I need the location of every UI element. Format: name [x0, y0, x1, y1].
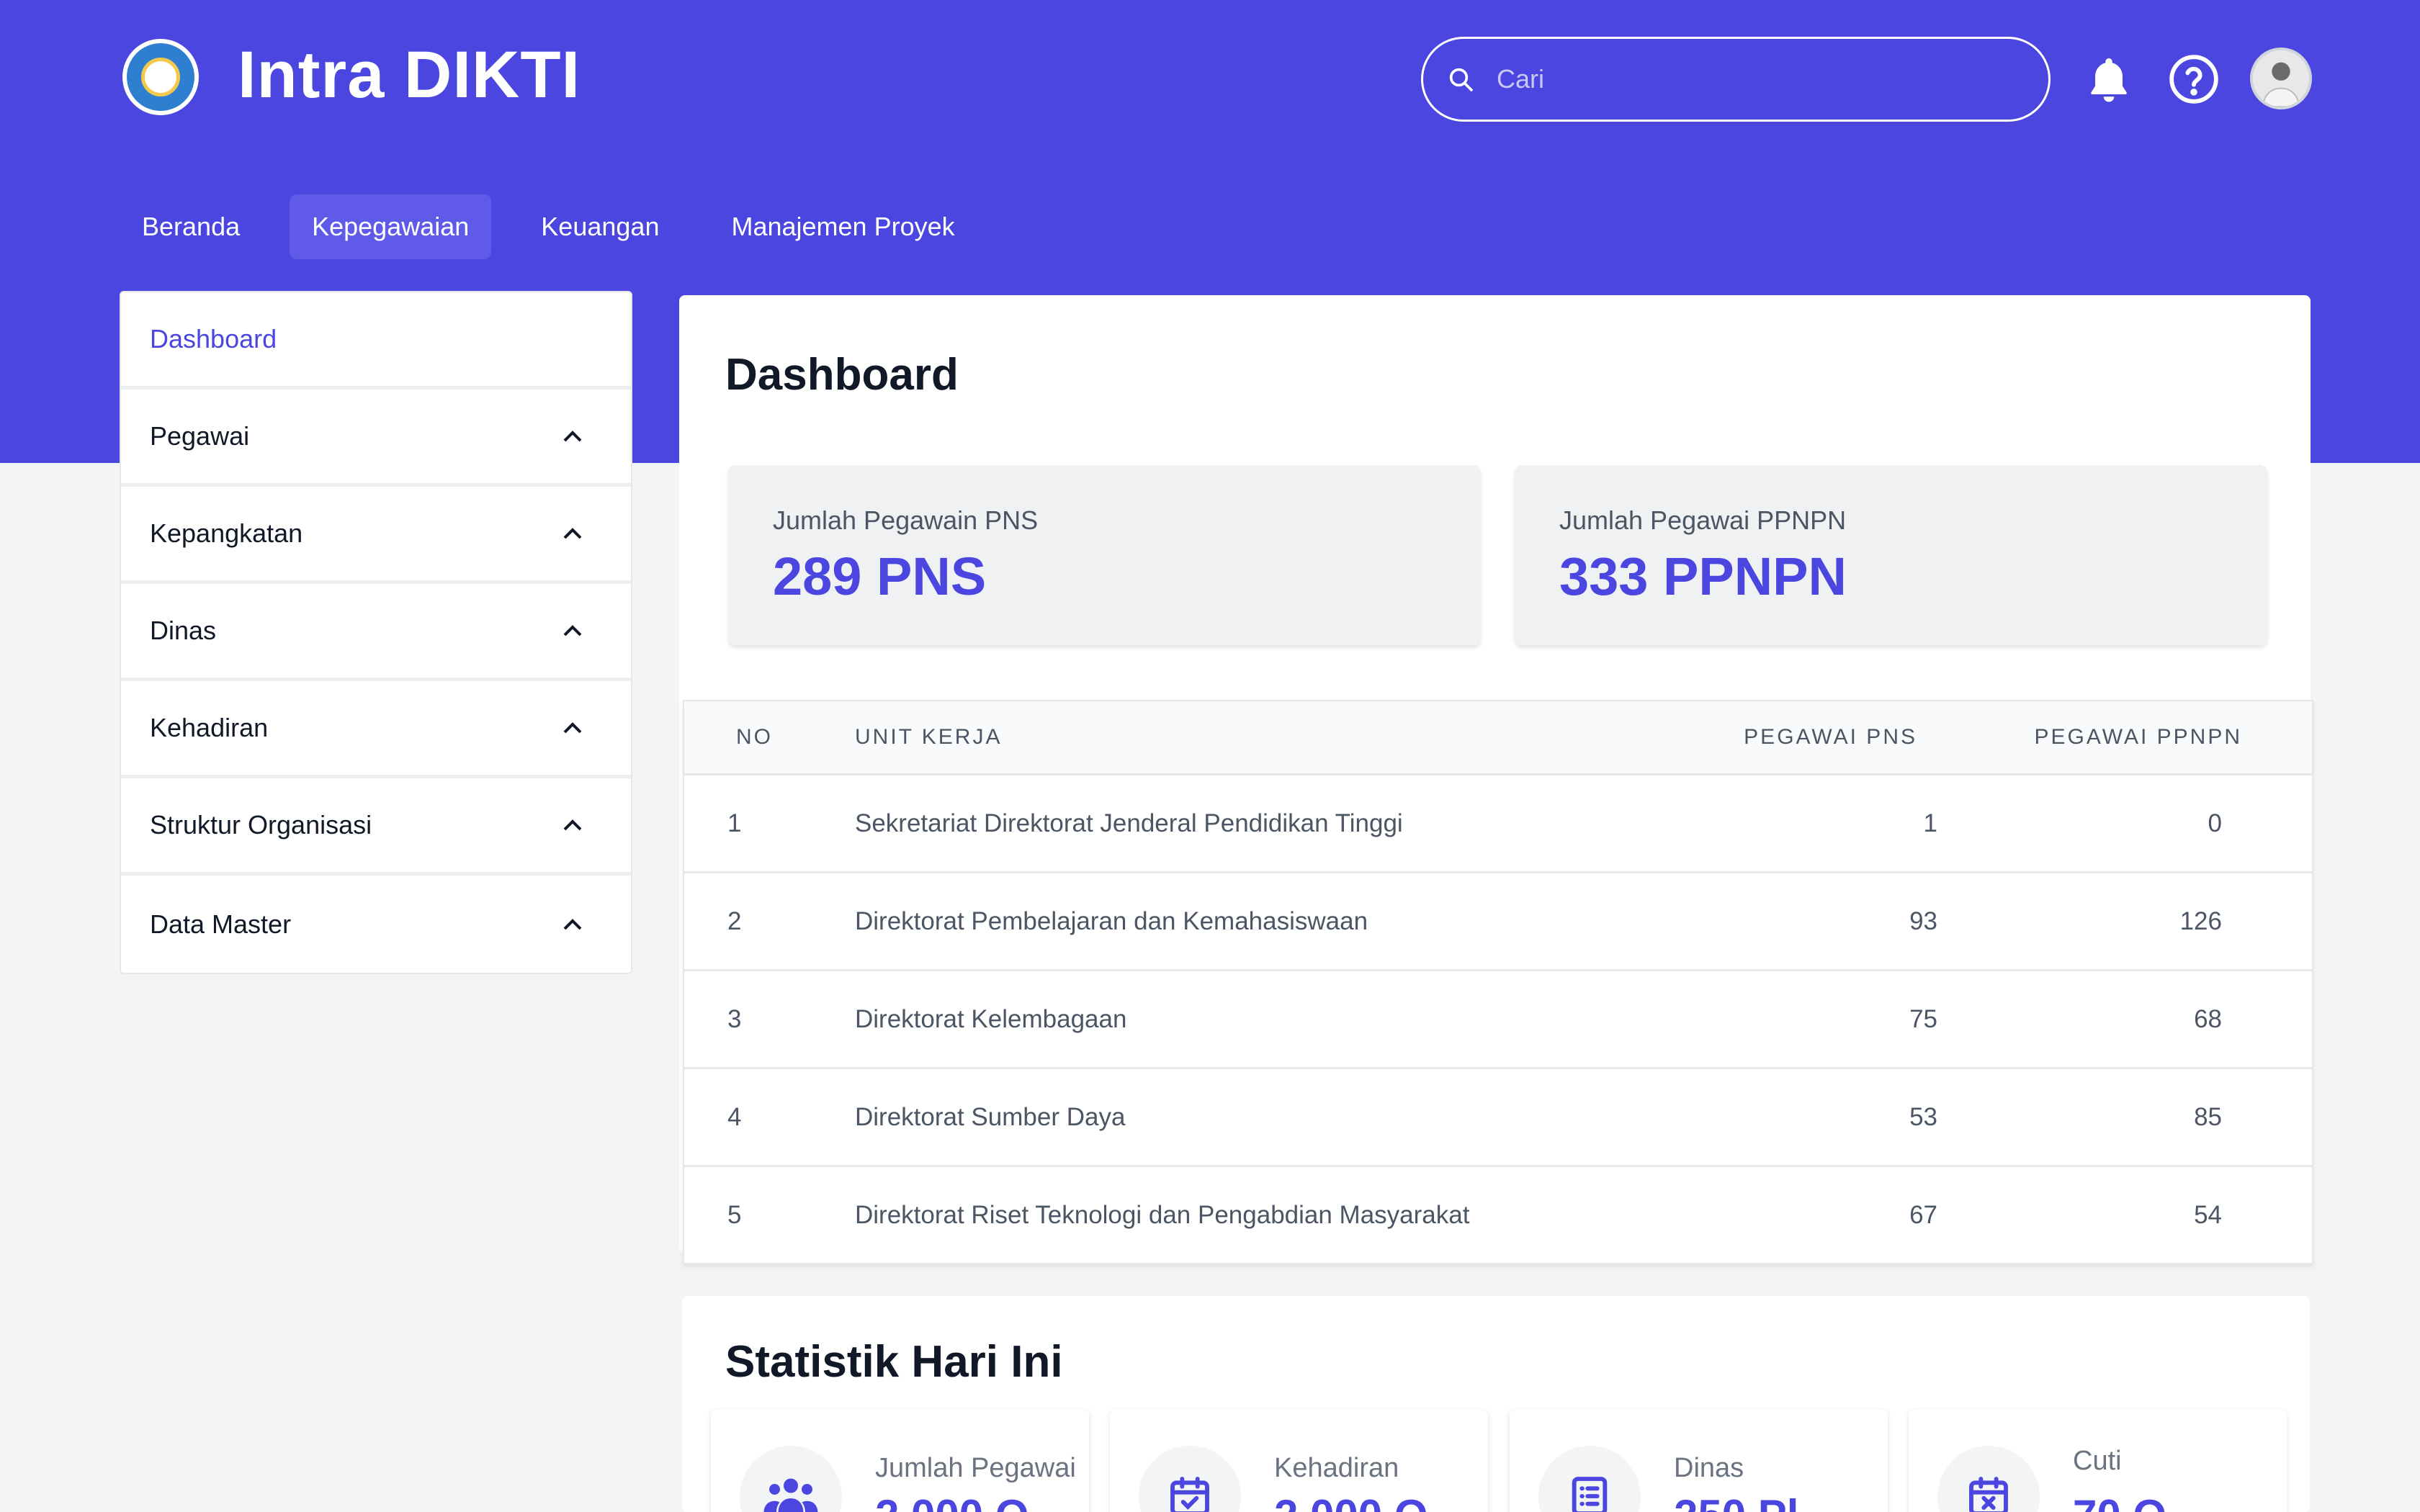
cell-pegawai-pns: 75	[1909, 1004, 1937, 1033]
table-row[interactable]: 3 Direktorat Kelembagaan 75 68	[684, 971, 2312, 1069]
table-row[interactable]: 5 Direktorat Riset Teknologi dan Pengabd…	[684, 1167, 2312, 1263]
sidebar-item-kepangkatan[interactable]: Kepangkatan	[121, 487, 631, 584]
sidebar-item-dashboard[interactable]: Dashboard	[121, 292, 631, 390]
sidebar-item-label: Pegawai	[150, 421, 250, 451]
cell-pegawai-pns: 53	[1909, 1102, 1937, 1131]
stat-label: Cuti	[2073, 1446, 2122, 1476]
sidebar-item-label: Dashboard	[150, 324, 277, 354]
kemdikbud-logo[interactable]	[122, 39, 199, 115]
table-row[interactable]: 4 Direktorat Sumber Daya 53 85	[684, 1069, 2312, 1167]
cell-pegawai-ppnpn: 85	[2194, 1102, 2222, 1131]
sidebar-item-label: Kepangkatan	[150, 518, 303, 548]
stat-card-cuti[interactable]: Cuti 70 O	[1909, 1410, 2287, 1512]
cell-no: 2	[727, 906, 742, 935]
column-header-pegawai-ppnpn[interactable]: PEGAWAI PPNPN	[1917, 725, 2242, 750]
stat-value: 333 PPNPN	[1559, 546, 1847, 606]
table-row[interactable]: 1 Sekretariat Direktorat Jenderal Pendid…	[684, 775, 2312, 873]
sidebar-item-label: Struktur Organisasi	[150, 810, 372, 840]
stat-card-ppnpn: Jumlah Pegawai PPNPN 333 PPNPN	[1515, 465, 2267, 645]
sidebar-item-data-master[interactable]: Data Master	[121, 876, 631, 973]
user-avatar[interactable]	[2250, 48, 2312, 109]
search-box[interactable]	[1421, 37, 2051, 122]
cell-pegawai-pns: 93	[1909, 906, 1937, 935]
cell-pegawai-pns: 67	[1909, 1200, 1937, 1229]
sidebar-item-struktur-organisasi[interactable]: Struktur Organisasi	[121, 778, 631, 876]
sidebar-item-dinas[interactable]: Dinas	[121, 584, 631, 681]
help-icon	[2169, 55, 2218, 104]
chevron-up-icon	[563, 819, 582, 831]
cell-no: 5	[727, 1200, 742, 1229]
bell-icon	[2091, 58, 2127, 102]
cell-no: 3	[727, 1004, 742, 1033]
sidebar-item-label: Data Master	[150, 909, 292, 939]
search-icon	[1449, 68, 1473, 91]
cell-unit-kerja: Direktorat Kelembagaan	[855, 1004, 1127, 1033]
sidebar: Dashboard Pegawai Kepangkatan Dinas Keha…	[120, 291, 632, 974]
cell-pegawai-ppnpn: 54	[2194, 1200, 2222, 1229]
cell-pegawai-ppnpn: 0	[2208, 809, 2222, 837]
tab-keuangan[interactable]: Keuangan	[519, 194, 681, 259]
calendar-check-icon	[1170, 1477, 1209, 1512]
cell-unit-kerja: Direktorat Riset Teknologi dan Pengabdia…	[855, 1200, 1470, 1229]
user-photo-icon	[2253, 50, 2309, 107]
cell-no: 4	[727, 1102, 742, 1131]
stat-card-kehadiran[interactable]: Kehadiran 2.000 O	[1110, 1410, 1488, 1512]
cell-unit-kerja: Sekretariat Direktorat Jenderal Pendidik…	[855, 809, 1403, 837]
column-header-no[interactable]: NO	[684, 725, 828, 750]
chevron-up-icon	[563, 431, 582, 442]
section-title: Statistik Hari Ini	[725, 1337, 1063, 1387]
cell-pegawai-pns: 1	[1923, 809, 1937, 837]
statistik-section: Statistik Hari Ini Jumlah Pegawai 2.000 …	[682, 1296, 2310, 1512]
table-row[interactable]: 2 Direktorat Pembelajaran dan Kemahasisw…	[684, 873, 2312, 971]
chevron-up-icon	[563, 722, 582, 734]
help-button[interactable]	[2165, 50, 2223, 108]
cell-no: 1	[727, 809, 742, 837]
chevron-up-icon	[563, 625, 582, 636]
stat-label: Dinas	[1674, 1453, 1744, 1483]
tab-manajemen-proyek[interactable]: Manajemen Proyek	[709, 194, 977, 259]
app-title: Intra DIKTI	[238, 38, 581, 112]
stat-card-dinas[interactable]: Dinas 250 Pl	[1510, 1410, 1888, 1512]
column-header-unit-kerja[interactable]: UNIT KERJA	[828, 725, 1693, 750]
stat-value: 70 O	[2073, 1490, 2166, 1512]
cell-unit-kerja: Direktorat Pembelajaran dan Kemahasiswaa…	[855, 906, 1368, 935]
table-header: NO UNIT KERJA PEGAWAI PNS PEGAWAI PPNPN	[684, 701, 2312, 775]
stat-label: Jumlah Pegawai PPNPN	[1559, 505, 1847, 535]
stat-card-jumlah-pegawai[interactable]: Jumlah Pegawai 2.000 O	[711, 1410, 1089, 1512]
unit-kerja-table: NO UNIT KERJA PEGAWAI PNS PEGAWAI PPNPN …	[683, 700, 2313, 1264]
stat-value: 2.000 O	[875, 1490, 1029, 1512]
notifications-button[interactable]	[2080, 50, 2138, 108]
sidebar-item-pegawai[interactable]: Pegawai	[121, 390, 631, 487]
search-input[interactable]	[1495, 63, 2002, 95]
sidebar-item-label: Kehadiran	[150, 713, 269, 742]
cell-pegawai-ppnpn: 68	[2194, 1004, 2222, 1033]
stat-label: Jumlah Pegawain PNS	[773, 505, 1039, 535]
stat-label: Kehadiran	[1274, 1453, 1399, 1483]
chevron-up-icon	[563, 918, 582, 930]
chevron-up-icon	[563, 528, 582, 539]
sidebar-item-kehadiran[interactable]: Kehadiran	[121, 681, 631, 778]
calendar-x-icon	[1969, 1477, 2008, 1512]
dashboard-panel: Dashboard Jumlah Pegawain PNS 289 PNS Ju…	[679, 295, 2313, 1264]
stat-label: Jumlah Pegawai	[875, 1453, 1076, 1483]
stat-value: 289 PNS	[773, 546, 987, 606]
cell-pegawai-ppnpn: 126	[2179, 906, 2222, 935]
cell-unit-kerja: Direktorat Sumber Daya	[855, 1102, 1126, 1131]
tab-beranda[interactable]: Beranda	[120, 194, 262, 259]
document-list-icon	[1572, 1477, 1608, 1512]
column-header-pegawai-pns[interactable]: PEGAWAI PNS	[1693, 725, 1917, 750]
top-navigation: Beranda Kepegawaian Keuangan Manajemen P…	[120, 194, 1005, 259]
users-icon	[763, 1478, 818, 1512]
tab-kepegawaian[interactable]: Kepegawaian	[290, 194, 492, 259]
sidebar-item-label: Dinas	[150, 616, 217, 645]
page-title: Dashboard	[725, 350, 959, 400]
stat-value: 2.000 O	[1274, 1490, 1428, 1512]
stat-value: 250 Pl	[1674, 1490, 1798, 1512]
stat-card-pns: Jumlah Pegawain PNS 289 PNS	[728, 465, 1481, 645]
